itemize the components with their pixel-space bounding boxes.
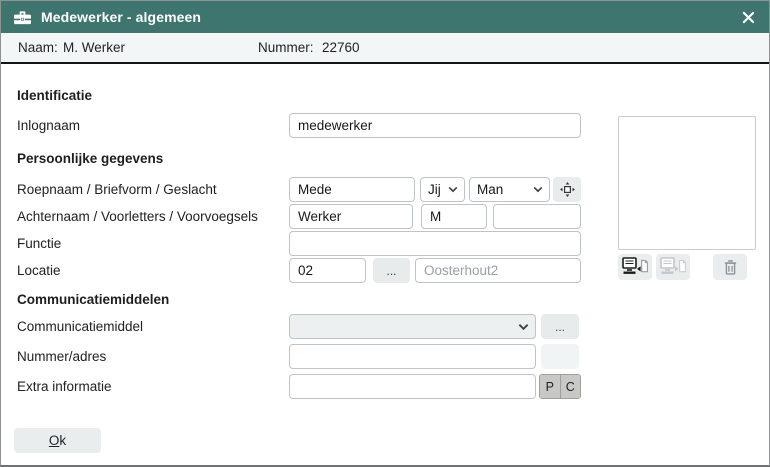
c-toggle-button[interactable]: C — [560, 375, 581, 398]
ok-button[interactable]: Ok — [14, 428, 101, 453]
extra-informatie-label: Extra informatie — [17, 374, 112, 399]
nummer-label: Nummer: — [258, 33, 314, 62]
section-persoonlijke-gegevens: Persoonlijke gegevens — [17, 151, 163, 166]
toolbox-icon — [13, 9, 32, 26]
naam-value: M. Werker — [63, 33, 125, 62]
chevron-down-icon — [533, 186, 543, 193]
chevron-down-icon — [518, 323, 529, 331]
window-title: Medewerker - algemeen — [41, 9, 201, 25]
delete-photo-button[interactable] — [713, 254, 747, 280]
ok-button-label: Ok — [14, 433, 101, 448]
nummer-adres-label: Nummer/adres — [17, 344, 106, 369]
communicatiemiddel-select[interactable] — [289, 314, 536, 339]
titlebar: Medewerker - algemeen — [1, 1, 769, 33]
naam-label: Naam: — [18, 33, 58, 62]
functie-input[interactable] — [289, 231, 581, 256]
communicatiemiddel-browse-button[interactable]: ... — [541, 314, 579, 339]
functie-label: Functie — [17, 231, 61, 256]
roepnaam-briefvorm-geslacht-label: Roepnaam / Briefvorm / Geslacht — [17, 177, 217, 202]
briefvorm-value: Jij — [428, 182, 441, 197]
voorvoegsels-input[interactable] — [493, 204, 581, 229]
geslacht-value: Man — [477, 182, 503, 197]
section-communicatiemiddelen: Communicatiemiddelen — [17, 292, 169, 307]
import-photo-button[interactable] — [618, 254, 652, 280]
locatie-browse-button[interactable]: ... — [373, 258, 410, 283]
inlognaam-label: Inlognaam — [17, 113, 80, 138]
p-toggle-button[interactable]: P — [540, 375, 560, 398]
extra-informatie-input[interactable] — [289, 374, 536, 399]
nummer-adres-input[interactable] — [289, 344, 536, 369]
communicatiemiddel-label: Communicatiemiddel — [17, 314, 143, 339]
geslacht-select[interactable]: Man — [469, 177, 550, 202]
photo-placeholder — [618, 116, 756, 250]
achternaam-voorletters-voorvoegsels-label: Achternaam / Voorletters / Voorvoegsels — [17, 204, 258, 229]
inlognaam-input[interactable] — [289, 113, 581, 138]
record-header: Naam: M. Werker Nummer: 22760 — [1, 33, 769, 64]
briefvorm-select[interactable]: Jij — [420, 177, 465, 202]
export-photo-button[interactable] — [656, 254, 690, 280]
close-button[interactable] — [735, 1, 761, 33]
voorletters-input[interactable] — [421, 204, 487, 229]
achternaam-input[interactable] — [289, 204, 413, 229]
locatie-label: Locatie — [17, 258, 61, 283]
move-arrows-icon — [559, 181, 576, 198]
trash-icon — [723, 259, 738, 276]
close-icon — [742, 11, 755, 24]
reorder-move-button[interactable] — [553, 177, 581, 202]
section-identificatie: Identificatie — [17, 88, 92, 103]
computer-export-image-icon — [660, 257, 686, 277]
chevron-down-icon — [448, 186, 458, 193]
nummer-value: 22760 — [322, 33, 360, 62]
extra-informatie-pc-buttons: P C — [539, 374, 581, 399]
roepnaam-input[interactable] — [289, 177, 415, 202]
locatie-code-input[interactable] — [289, 258, 366, 283]
employee-dialog: Medewerker - algemeen Naam: M. Werker Nu… — [0, 0, 770, 467]
nummer-adres-side-button — [541, 344, 579, 369]
computer-import-image-icon — [622, 257, 648, 277]
locatie-naam-field — [415, 258, 581, 283]
